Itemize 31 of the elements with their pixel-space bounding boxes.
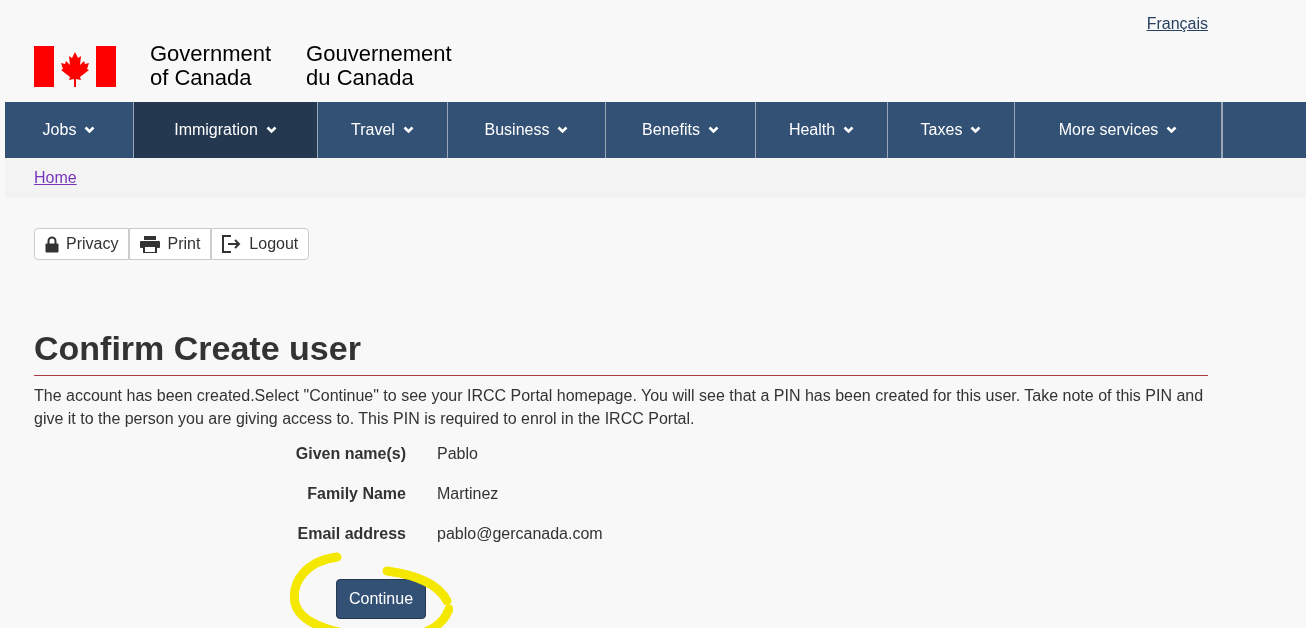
printer-icon — [140, 235, 161, 253]
chevron-down-icon — [84, 126, 96, 134]
confirmation-message: The account has been created.Select "Continue" to see your IRCC Portal homepage. You will see that a PIN has been created for this user. Take note of this PIN and give it to the person you are giving access to. This PIN is required to enrol in the IRCC Portal. — [34, 385, 1205, 429]
lock-icon — [45, 235, 59, 253]
language-link[interactable]: Français — [1146, 12, 1208, 36]
chevron-down-icon — [970, 126, 982, 134]
canada-flag-icon — [34, 45, 116, 87]
toolbar-button[interactable]: Print — [129, 228, 212, 260]
chevron-down-icon — [265, 126, 277, 134]
field-value: Martinez — [437, 483, 500, 504]
logout-icon — [222, 235, 243, 253]
chevron-down-icon — [557, 126, 569, 134]
page-heading: Confirm Create user — [34, 328, 1208, 376]
brand-text: Government — [150, 42, 272, 66]
brand-text: of Canada — [150, 66, 253, 90]
nav-menu-item[interactable]: Immigration — [134, 102, 318, 158]
field-label: Family Name — [306, 483, 406, 504]
brand-text: Gouvernement — [306, 42, 452, 66]
field-label: Email address — [296, 523, 406, 544]
field-value: Pablo — [437, 443, 479, 464]
chevron-down-icon — [1166, 126, 1178, 134]
field-label: Given name(s) — [294, 443, 406, 464]
toolbar-button[interactable]: Logout — [211, 228, 310, 260]
brand-text: du Canada — [306, 66, 415, 90]
chevron-down-icon — [707, 126, 719, 134]
continue-button[interactable]: Continue — [336, 578, 427, 619]
toolbar-button[interactable]: Privacy — [34, 228, 130, 260]
field-value: pablo@gercanada.com — [437, 523, 603, 544]
chevron-down-icon — [402, 126, 414, 134]
chevron-down-icon — [843, 126, 855, 134]
breadcrumb-link[interactable]: Home — [34, 166, 77, 190]
